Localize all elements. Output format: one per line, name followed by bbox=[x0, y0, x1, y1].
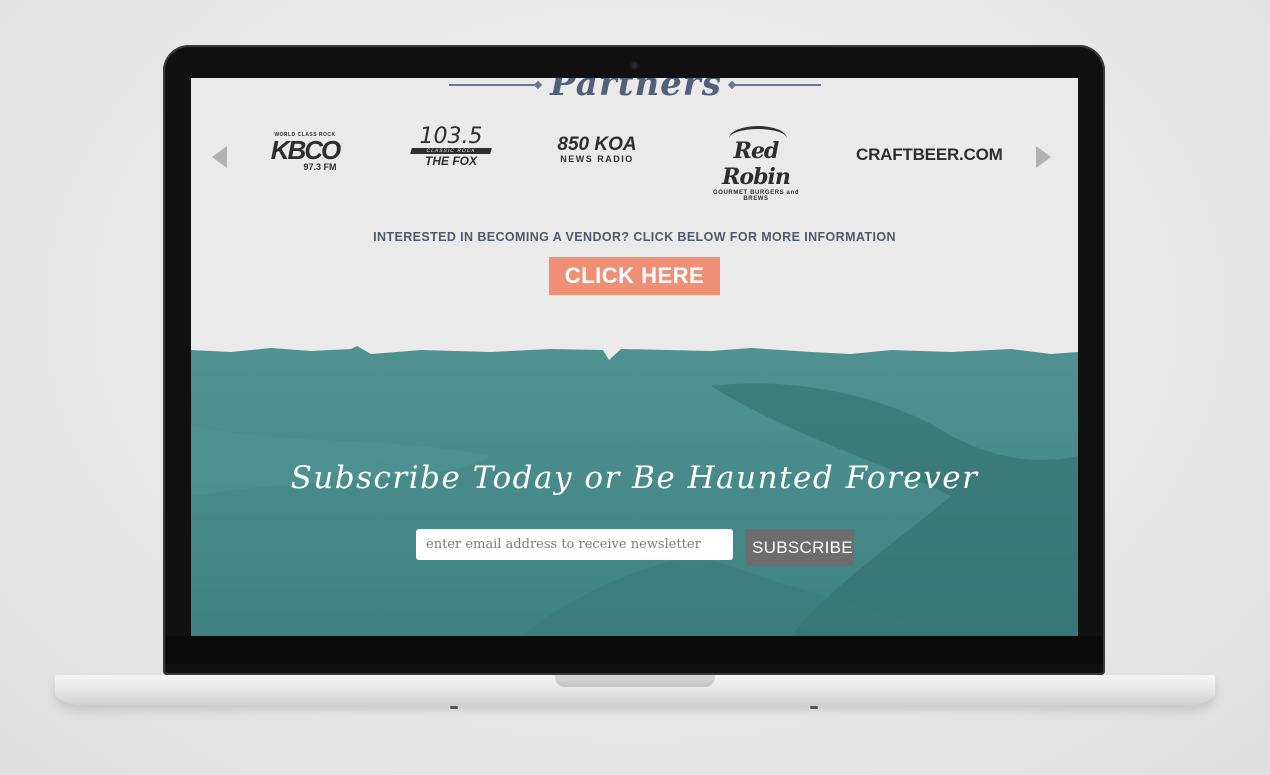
laptop-foot bbox=[810, 706, 818, 709]
laptop-notch bbox=[555, 675, 715, 687]
vendor-info-text: INTERESTED IN BECOMING A VENDOR? CLICK B… bbox=[373, 230, 896, 244]
logo-arc-decoration bbox=[729, 126, 787, 151]
subscribe-button[interactable]: SUBSCRIBE bbox=[746, 529, 854, 566]
logo-name: 850 KOA bbox=[557, 134, 637, 155]
partners-header: Partners bbox=[191, 78, 1078, 104]
laptop-foot bbox=[450, 706, 458, 709]
logo-name: THE FOX bbox=[424, 154, 477, 168]
logo-tagline: GOURMET BURGERS and BREWS bbox=[712, 190, 800, 202]
divider bbox=[449, 84, 539, 86]
partner-logo-the-fox[interactable]: 103.5 CLASSIC ROCK THE FOX bbox=[405, 126, 497, 168]
logo-name: KBCO bbox=[270, 135, 342, 165]
carousel-next-arrow-icon[interactable] bbox=[1036, 146, 1051, 168]
website-screen: Partners WORLD CLASS ROCK KBCO 97.3 FM 1… bbox=[191, 78, 1078, 636]
partner-logo-craftbeer[interactable]: CRAFTBEER.COM bbox=[856, 145, 1003, 165]
logo-tagline: NEWS RADIO bbox=[560, 154, 634, 164]
carousel-prev-arrow-icon[interactable] bbox=[212, 146, 227, 168]
partner-logo-850-koa[interactable]: 850 KOA NEWS RADIO bbox=[547, 134, 647, 164]
partner-logo-red-robin[interactable]: Red Robin GOURMET BURGERS and BREWS bbox=[701, 126, 811, 202]
laptop-bezel-bottom bbox=[165, 636, 1103, 664]
partner-logo-kbco[interactable]: WORLD CLASS ROCK KBCO 97.3 FM bbox=[263, 132, 347, 172]
click-here-button[interactable]: CLICK HERE bbox=[549, 257, 720, 295]
laptop-mockup: Partners WORLD CLASS ROCK KBCO 97.3 FM 1… bbox=[0, 0, 1270, 775]
newsletter-headline: Subscribe Today or Be Haunted Forever bbox=[290, 460, 979, 496]
divider-ornament bbox=[533, 80, 543, 90]
divider bbox=[733, 84, 821, 86]
camera-icon bbox=[630, 61, 639, 70]
logo-tagline: CLASSIC ROCK bbox=[410, 148, 492, 154]
email-input[interactable] bbox=[416, 529, 733, 560]
logo-frequency: 103.5 bbox=[419, 124, 483, 149]
partners-title: Partners bbox=[550, 78, 722, 104]
